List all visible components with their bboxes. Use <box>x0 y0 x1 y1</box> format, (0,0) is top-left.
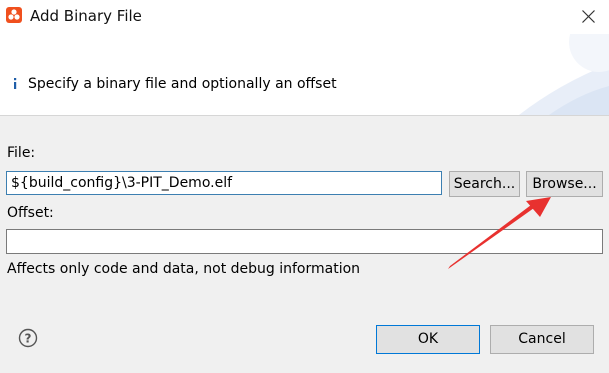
close-icon <box>582 10 595 23</box>
close-button[interactable] <box>568 0 609 34</box>
ok-button[interactable]: OK <box>376 325 480 354</box>
offset-label: Offset: <box>7 205 54 221</box>
header-banner-decoration <box>519 34 609 115</box>
offset-input[interactable] <box>6 229 603 254</box>
offset-hint-text: Affects only code and data, not debug in… <box>7 261 361 277</box>
window-title: Add Binary File <box>30 7 142 25</box>
cancel-button[interactable]: Cancel <box>490 325 594 354</box>
file-path-input[interactable]: ${build_config}\3-PIT_Demo.elf <box>6 171 442 195</box>
header-message: Specify a binary file and optionally an … <box>28 76 337 92</box>
app-icon <box>6 7 22 23</box>
title-bar: Add Binary File <box>0 0 609 34</box>
file-label: File: <box>7 145 36 161</box>
search-button[interactable]: Search... <box>449 171 520 197</box>
browse-button[interactable]: Browse... <box>526 171 603 197</box>
svg-text:?: ? <box>25 332 32 346</box>
dialog-header: Specify a binary file and optionally an … <box>0 34 609 116</box>
help-icon[interactable]: ? <box>18 328 38 348</box>
info-icon <box>14 78 17 89</box>
